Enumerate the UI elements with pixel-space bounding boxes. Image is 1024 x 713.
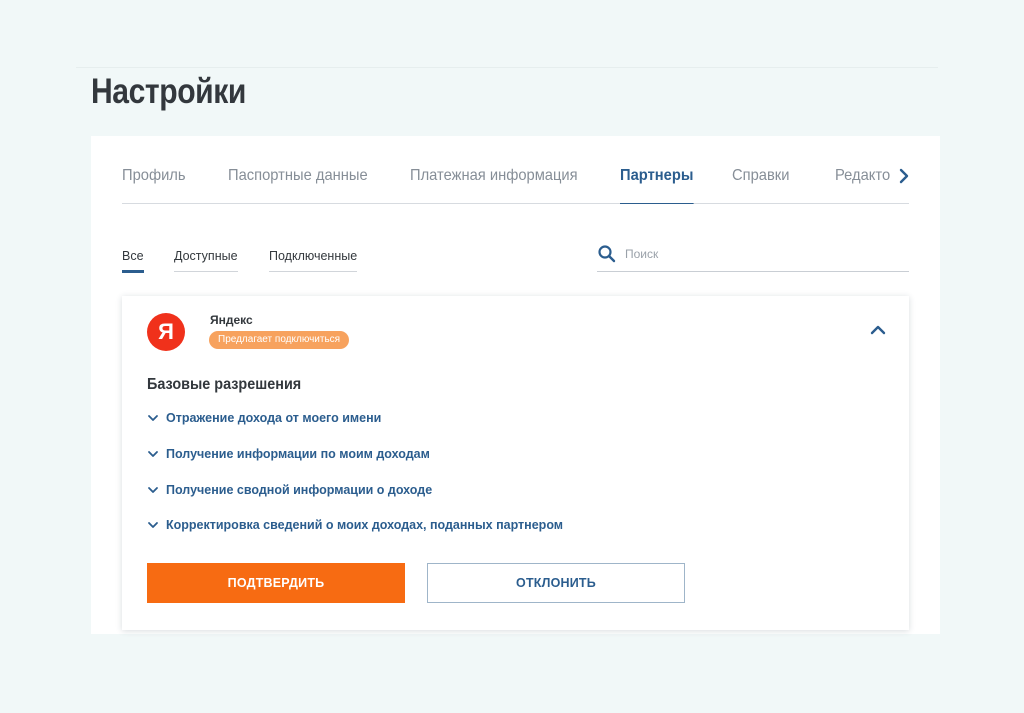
section-title: Базовые разрешения — [147, 376, 302, 393]
chevron-down-icon — [148, 415, 158, 421]
permission-label: Отражение дохода от моего имени — [166, 411, 382, 425]
tab-editing[interactable]: Редакто — [835, 167, 890, 204]
settings-screen: Настройки Профиль Паспортные данные Плат… — [0, 0, 1024, 713]
permission-label: Корректировка сведений о моих доходах, п… — [166, 518, 564, 532]
chevron-up-icon[interactable] — [868, 320, 888, 340]
settings-tabs: Профиль Паспортные данные Платежная инфо… — [122, 136, 909, 204]
chevron-down-icon — [148, 487, 158, 493]
settings-panel: Профиль Паспортные данные Платежная инфо… — [91, 136, 940, 634]
permission-label: Получение сводной информации о доходе — [166, 483, 433, 497]
chevron-right-icon[interactable] — [894, 166, 914, 186]
decline-button[interactable]: ОТКЛОНИТЬ — [427, 563, 685, 603]
status-badge: Предлагает подключиться — [209, 331, 350, 349]
partner-search — [597, 240, 909, 272]
confirm-button[interactable]: ПОДТВЕРДИТЬ — [147, 563, 405, 603]
search-icon[interactable] — [597, 244, 617, 264]
tab-partners[interactable]: Партнеры — [620, 167, 693, 204]
filter-available[interactable]: Доступные — [174, 249, 238, 272]
chevron-down-icon — [148, 522, 158, 528]
permission-item[interactable]: Получение сводной информации о доходе — [147, 480, 667, 500]
filter-all[interactable]: Все — [122, 249, 144, 273]
permission-item[interactable]: Получение информации по моим доходам — [147, 444, 667, 464]
tab-profile[interactable]: Профиль — [122, 167, 186, 204]
permission-item[interactable]: Отражение дохода от моего имени — [147, 408, 667, 428]
partner-name: Яндекс — [210, 313, 253, 327]
search-input[interactable] — [625, 243, 895, 265]
page-title: Настройки — [91, 72, 246, 111]
tab-payment-info[interactable]: Платежная информация — [410, 167, 578, 204]
permission-label: Получение информации по моим доходам — [166, 447, 430, 461]
yandex-logo: Я — [147, 313, 185, 351]
tab-passport[interactable]: Паспортные данные — [228, 167, 368, 204]
partner-filters: Все Доступные Подключенные — [122, 242, 382, 273]
top-divider — [76, 67, 938, 68]
filter-connected[interactable]: Подключенные — [269, 249, 358, 272]
partner-card: Я Яндекс Предлагает подключиться Базовые… — [122, 296, 909, 630]
tab-certificates[interactable]: Справки — [732, 167, 789, 204]
chevron-down-icon — [148, 451, 158, 457]
permission-item[interactable]: Корректировка сведений о моих доходах, п… — [147, 515, 667, 535]
